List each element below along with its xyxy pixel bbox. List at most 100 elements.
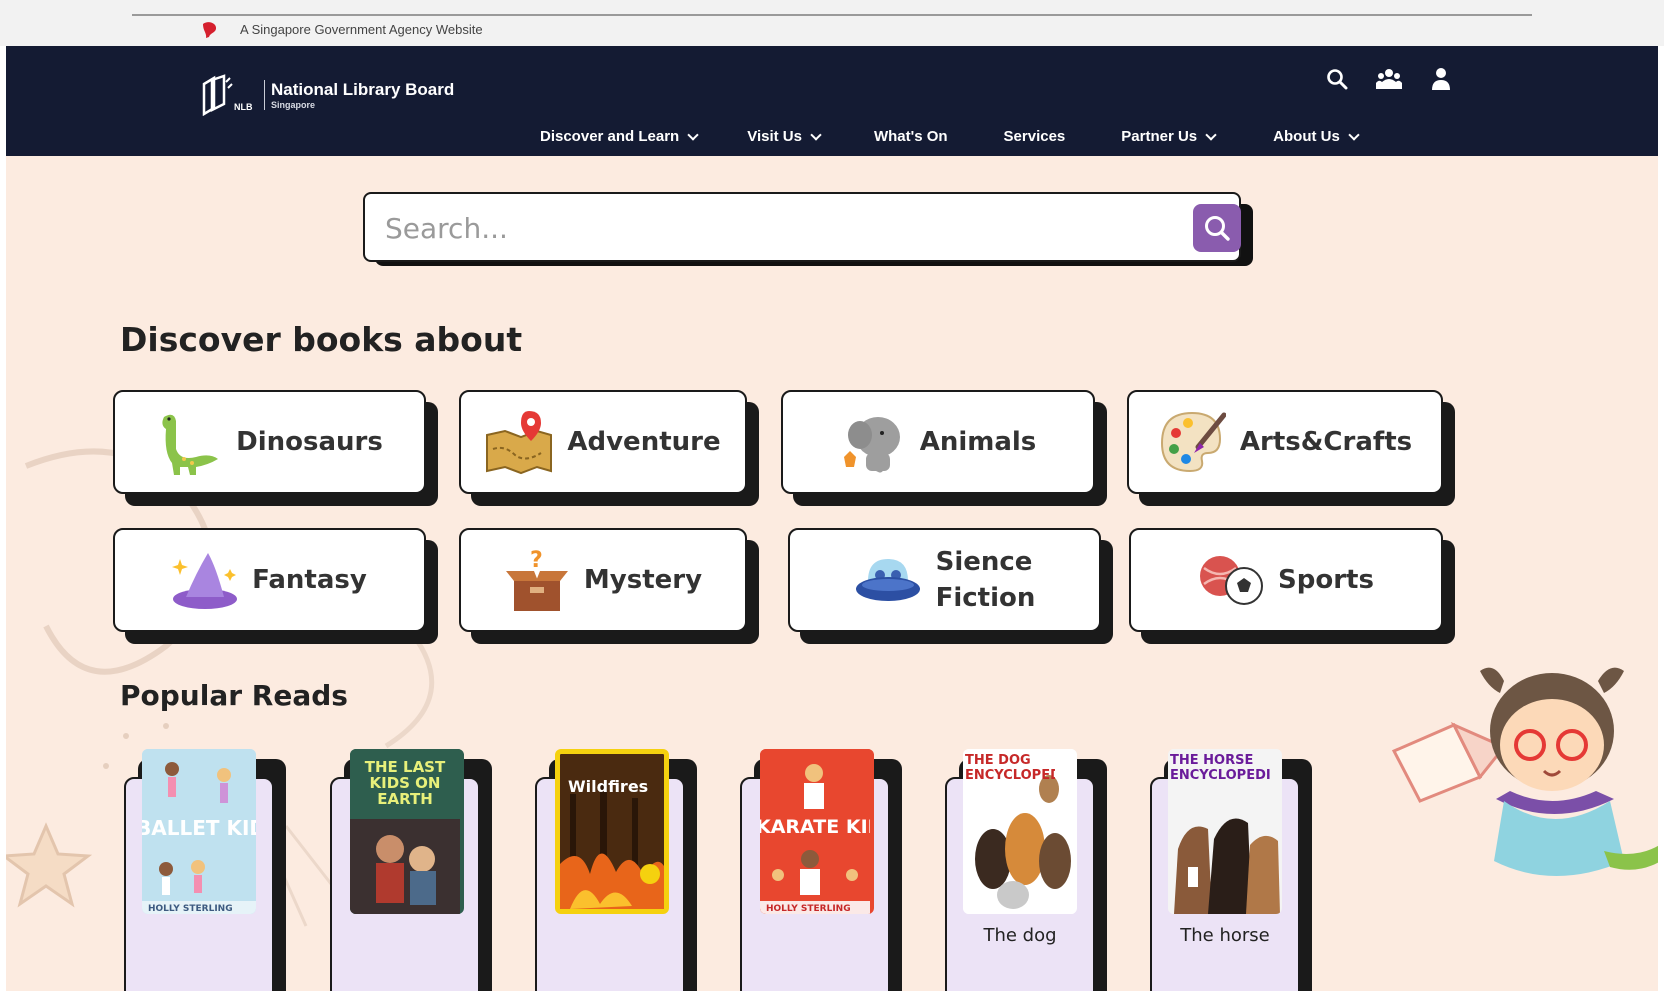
dog-encyclopedia-cover-image: THE DOG ENCYCLOPEDIA	[963, 749, 1075, 914]
nlb-logo[interactable]: NLB National Library Board Singapore	[200, 74, 454, 117]
chevron-down-icon	[1205, 128, 1217, 141]
search-icon	[1205, 216, 1230, 241]
category-card: Adventure	[459, 390, 747, 494]
chevron-down-icon	[1348, 128, 1360, 141]
wildfires-cover-image: Wildfires	[560, 754, 664, 909]
nav-label: Partner Us	[1121, 128, 1198, 145]
cover-title: THE LAST KIDS ON EARTH	[364, 759, 446, 808]
category-arts-and-crafts[interactable]: Arts&Crafts	[1127, 390, 1455, 506]
book-cover: Wildfires	[555, 749, 669, 914]
user-icon[interactable]	[1428, 66, 1454, 92]
last-kids-cover-image: THE LAST KIDS ON EARTH	[350, 749, 460, 914]
dinosaur-icon	[162, 414, 219, 475]
girl-reading-mascot-illustration	[1391, 667, 1658, 876]
nav-whats-on[interactable]: What's On	[874, 128, 948, 145]
category-mystery[interactable]: ? Mystery	[459, 528, 759, 644]
svg-text:?: ?	[530, 548, 543, 573]
nav-services[interactable]: Services	[1004, 128, 1066, 145]
nav-partner-us[interactable]: Partner Us	[1121, 128, 1217, 145]
ballet-kid-cover-image: BALLET KID HOLLY STERLING	[142, 749, 256, 914]
search-input[interactable]	[385, 208, 1165, 248]
sports-balls-icon	[1200, 556, 1264, 605]
book-title: The horse	[1180, 925, 1270, 946]
nav-label: Visit Us	[747, 128, 802, 145]
book-cover: BALLET KID HOLLY STERLING	[142, 749, 256, 914]
main-content: Discover books about Dinosaurs	[6, 156, 1658, 991]
book-logo-icon: NLB	[202, 74, 253, 117]
nav-visit-us[interactable]: Visit Us	[747, 128, 822, 145]
cover-title: THE HORSE ENCYCLOPEDIA	[1170, 753, 1270, 783]
category-label-line: Fiction	[935, 583, 1036, 613]
main-nav: Discover and Learn Visit Us What's On Se…	[540, 128, 1360, 145]
karate-kid-cover-image: KARATE KID HOLLY STERLING	[760, 749, 874, 914]
category-label: Dinosaurs	[236, 426, 383, 457]
chevron-down-icon	[810, 128, 822, 141]
nav-discover-and-learn[interactable]: Discover and Learn	[540, 128, 699, 145]
svg-text:Wildfires: Wildfires	[568, 777, 648, 796]
nlb-logo-mark: NLB	[200, 74, 262, 117]
book-cover: THE DOG ENCYCLOPEDIA	[963, 749, 1077, 914]
logo-subtitle: Singapore	[271, 99, 316, 110]
community-icon[interactable]	[1376, 66, 1402, 92]
book-card[interactable]: KARATE KID HOLLY STERLING	[740, 749, 902, 991]
logo-title: National Library Board	[271, 79, 455, 99]
mystery-box-icon: ?	[505, 548, 568, 611]
category-science-fiction[interactable]: Sience Fiction	[788, 528, 1113, 644]
category-adventure[interactable]: Adventure	[459, 390, 759, 506]
gov-banner-text: A Singapore Government Agency Website	[240, 22, 483, 37]
category-fantasy[interactable]: Fantasy	[113, 528, 438, 644]
book-card[interactable]: THE HORSE ENCYCLOPEDIA The horse	[1150, 749, 1312, 991]
book-card[interactable]: THE LAST KIDS ON EARTH	[330, 749, 492, 991]
book-cover: THE LAST KIDS ON EARTH	[350, 749, 464, 914]
category-card: Dinosaurs	[113, 390, 426, 494]
category-card: ? Mystery	[459, 528, 747, 632]
category-dinosaurs[interactable]: Dinosaurs	[113, 390, 438, 506]
page: A Singapore Government Agency Website NL…	[0, 0, 1664, 995]
category-label: Fantasy	[252, 564, 367, 595]
category-label-line: Sience	[935, 546, 1033, 577]
category-label: Sports	[1278, 564, 1374, 595]
category-card: Arts&Crafts	[1127, 390, 1443, 494]
category-card: Fantasy	[113, 528, 426, 632]
svg-text:HOLLY STERLING: HOLLY STERLING	[148, 904, 233, 914]
nav-label: About Us	[1273, 128, 1340, 145]
search-button[interactable]	[1193, 204, 1241, 252]
book-cover: KARATE KID HOLLY STERLING	[760, 749, 874, 914]
category-sports[interactable]: Sports	[1129, 528, 1455, 644]
logo-separator	[264, 80, 265, 110]
category-label-wrap: Sience Fiction	[936, 544, 1036, 617]
nav-about-us[interactable]: About Us	[1273, 128, 1360, 145]
svg-text:NLB: NLB	[234, 102, 253, 112]
category-label: Mystery	[583, 564, 703, 595]
paint-palette-icon	[1160, 411, 1226, 473]
category-card: Sports	[1129, 528, 1443, 632]
gov-banner: A Singapore Government Agency Website	[0, 0, 1664, 46]
book-cover: THE HORSE ENCYCLOPEDIA	[1168, 749, 1282, 914]
book-card[interactable]: THE DOG ENCYCLOPEDIA The dog	[945, 749, 1107, 991]
popular-reads-heading: Popular Reads	[120, 679, 348, 712]
singapore-lion-icon	[203, 22, 217, 38]
category-card: Animals	[781, 390, 1095, 494]
svg-text:KARATE KID: KARATE KID	[760, 816, 870, 838]
elephant-icon	[843, 417, 900, 473]
cover-title: THE DOG ENCYCLOPEDIA	[965, 753, 1055, 783]
search-box	[363, 192, 1241, 262]
search-bar	[363, 192, 1253, 266]
ufo-icon	[855, 559, 920, 601]
nav-label: Services	[1003, 128, 1066, 145]
logo-text: National Library Board Singapore	[271, 81, 454, 110]
category-label: Arts&Crafts	[1239, 426, 1413, 457]
category-animals[interactable]: Animals	[781, 390, 1107, 506]
category-label: Adventure	[567, 426, 721, 457]
svg-text:HOLLY STERLING: HOLLY STERLING	[766, 904, 851, 914]
category-label: Animals	[919, 426, 1037, 457]
book-title: The dog	[983, 925, 1057, 946]
svg-text:BALLET KID: BALLET KID	[142, 816, 256, 840]
gov-banner-divider	[132, 14, 1532, 16]
book-card[interactable]: Wildfires	[535, 749, 697, 991]
discover-heading: Discover books about	[120, 320, 523, 359]
book-card[interactable]: BALLET KID HOLLY STERLING	[124, 749, 286, 991]
category-card: Sience Fiction	[788, 528, 1101, 632]
treasure-map-icon	[486, 411, 553, 475]
search-icon[interactable]	[1324, 66, 1350, 92]
